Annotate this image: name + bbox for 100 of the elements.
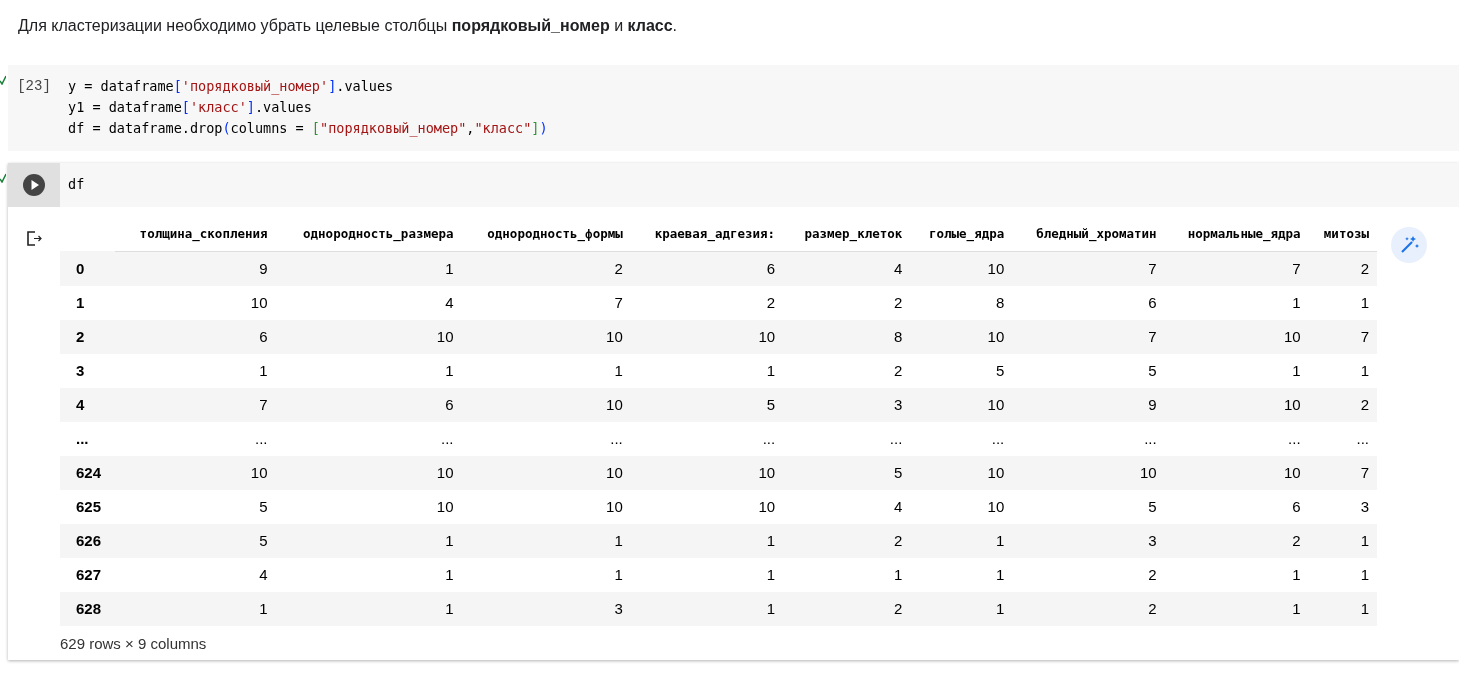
table-cell: 1	[275, 353, 462, 388]
table-cell: 10	[910, 489, 1013, 524]
table-cell: 1	[783, 557, 911, 592]
table-cell: 10	[461, 455, 631, 490]
intro-paragraph: Для кластеризации необходимо убрать целевые столбцы порядковый_номер и класс.	[18, 17, 679, 35]
run-button[interactable]	[22, 173, 46, 197]
row-index: 624	[60, 455, 115, 490]
table-cell: 10	[910, 455, 1013, 490]
table-cell: 2	[1308, 251, 1377, 286]
row-index: 3	[60, 353, 115, 388]
table-cell: 7	[461, 285, 631, 320]
table-cell: 10	[461, 319, 631, 354]
table-cell: 10	[910, 251, 1013, 286]
row-index: 626	[60, 523, 115, 558]
table-cell: 1	[1308, 285, 1377, 320]
table-cell: 5	[114, 523, 276, 558]
table-cell: 6	[1164, 489, 1309, 524]
magic-wand-button[interactable]	[1391, 227, 1427, 263]
table-cell: 1	[1164, 353, 1309, 388]
magic-wand-icon	[1399, 235, 1419, 255]
output-icon[interactable]	[26, 231, 42, 246]
table-cell: 2	[783, 523, 911, 558]
table-cell: 5	[783, 455, 911, 490]
table-cell: ...	[910, 421, 1013, 456]
table-cell: 1	[275, 251, 462, 286]
table-cell: ...	[1164, 421, 1309, 456]
table-cell: 1	[910, 557, 1013, 592]
table-cell: 3	[783, 387, 911, 422]
table-cell: ...	[275, 421, 462, 456]
table-cell: 2	[1164, 523, 1309, 558]
table-cell: 4	[783, 251, 911, 286]
table-cell: ...	[114, 421, 276, 456]
table-cell: 8	[783, 319, 911, 354]
table-cell: 7	[1012, 319, 1165, 354]
table-cell: 10	[1012, 455, 1165, 490]
table-cell: 1	[1308, 557, 1377, 592]
table-cell: 5	[1012, 489, 1165, 524]
table-cell: 1	[275, 523, 462, 558]
row-index: 2	[60, 319, 115, 354]
table-cell: 1	[275, 591, 462, 626]
table-cell: 10	[114, 285, 276, 320]
column-header: однородность_размера	[275, 217, 462, 251]
table-cell: 10	[461, 489, 631, 524]
table-cell: ...	[1308, 421, 1377, 456]
table-cell: 2	[630, 285, 784, 320]
table-cell: 6	[1012, 285, 1165, 320]
table-cell: 9	[114, 251, 276, 286]
table-cell: 7	[114, 387, 276, 422]
table-cell: 1	[630, 557, 784, 592]
table-cell: 1	[1164, 557, 1309, 592]
table-cell: ...	[1012, 421, 1165, 456]
column-header: митозы	[1308, 217, 1377, 251]
table-cell: 1	[910, 523, 1013, 558]
table-cell: 2	[461, 251, 631, 286]
table-cell: 2	[783, 591, 911, 626]
table-cell: 5	[114, 489, 276, 524]
shape-caption: 629 rows × 9 columns	[60, 634, 208, 652]
table-cell: 6	[275, 387, 462, 422]
row-index: 627	[60, 557, 115, 592]
table-cell: 1	[461, 353, 631, 388]
table-cell: 1	[275, 557, 462, 592]
table-cell: 7	[1308, 455, 1377, 490]
execution-count: [23]	[17, 77, 51, 94]
table-cell: 4	[275, 285, 462, 320]
column-header: краевая_адгезия:	[630, 217, 784, 251]
table-cell: 10	[630, 319, 784, 354]
table-cell: 2	[1308, 387, 1377, 422]
table-cell: 2	[1012, 591, 1165, 626]
table-cell: 1	[114, 591, 276, 626]
table-cell: 2	[1012, 557, 1165, 592]
table-cell: 1	[630, 523, 784, 558]
table-cell: 5	[1012, 353, 1165, 388]
table-cell: 8	[910, 285, 1013, 320]
table-cell: 10	[1164, 319, 1309, 354]
table-cell: 1	[630, 353, 784, 388]
column-header: бледный_хроматин	[1012, 217, 1165, 251]
table-cell: 10	[910, 387, 1013, 422]
table-cell: 10	[630, 489, 784, 524]
table-cell: 6	[114, 319, 276, 354]
table-cell: 1	[114, 353, 276, 388]
table-cell: 10	[630, 455, 784, 490]
row-index: 1	[60, 285, 115, 320]
table-cell: 1	[1308, 591, 1377, 626]
column-header: размер_клеток	[783, 217, 911, 251]
table-cell: 10	[114, 455, 276, 490]
table-cell: 9	[1012, 387, 1165, 422]
code-editor[interactable]: y = dataframe['порядковый_номер'].values y1 = dataframe['класс'].values df = dataframe.drop(columns = ["порядковый_номер","класс"])	[60, 65, 548, 151]
table-cell: ...	[461, 421, 631, 456]
table-cell: 1	[461, 523, 631, 558]
table-cell: ...	[630, 421, 784, 456]
code-editor[interactable]: df	[60, 163, 85, 207]
table-cell: 3	[461, 591, 631, 626]
column-header: нормальные_ядра	[1164, 217, 1309, 251]
table-cell: 1	[630, 591, 784, 626]
column-header: толщина_скопления	[114, 217, 276, 251]
column-header: однородность_формы	[461, 217, 631, 251]
row-index: 4	[60, 387, 115, 422]
table-cell: 10	[1164, 387, 1309, 422]
table-cell: 3	[1012, 523, 1165, 558]
row-index: ...	[60, 421, 115, 456]
